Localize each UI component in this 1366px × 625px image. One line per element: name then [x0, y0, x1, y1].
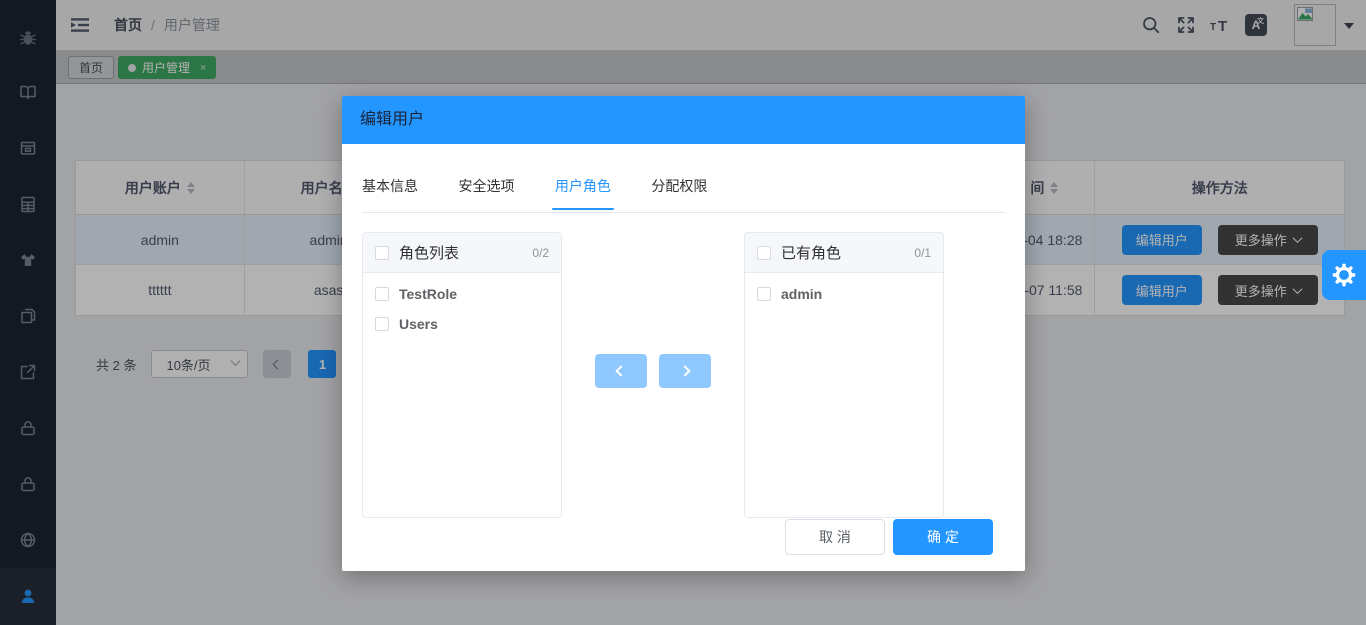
tab-user-roles[interactable]: 用户角色: [555, 176, 611, 209]
tab-assign-permissions[interactable]: 分配权限: [651, 176, 707, 209]
item-checkbox[interactable]: [375, 287, 389, 301]
transfer-target-title: 已有角色: [781, 242, 904, 263]
item-checkbox[interactable]: [375, 317, 389, 331]
modal-title: 编辑用户: [360, 96, 424, 144]
transfer-target-count: 0/1: [914, 246, 931, 260]
edit-user-modal: 编辑用户 基本信息 安全选项 用户角色 分配权限 角色列表 0/2 TestRo…: [342, 96, 1025, 571]
select-all-checkbox[interactable]: [757, 246, 771, 260]
gear-icon: [1332, 263, 1356, 287]
transfer-source-count: 0/2: [532, 246, 549, 260]
tab-basic-info[interactable]: 基本信息: [362, 176, 418, 209]
chevron-left-icon: [615, 365, 626, 376]
cancel-button[interactable]: 取 消: [785, 519, 885, 555]
transfer-source-panel: 角色列表 0/2 TestRole Users: [362, 232, 562, 518]
modal-header: 编辑用户: [342, 96, 1025, 144]
list-item[interactable]: TestRole: [363, 279, 561, 309]
transfer-target-header: 已有角色 0/1: [745, 233, 943, 273]
transfer-buttons: [595, 354, 711, 388]
confirm-button[interactable]: 确 定: [893, 519, 993, 555]
modal-tabs: 基本信息 安全选项 用户角色 分配权限: [362, 176, 1005, 213]
transfer-source-header: 角色列表 0/2: [363, 233, 561, 273]
transfer-target-list: admin: [745, 273, 943, 309]
select-all-checkbox[interactable]: [375, 246, 389, 260]
transfer-target-panel: 已有角色 0/1 admin: [744, 232, 944, 518]
transfer-source-list: TestRole Users: [363, 273, 561, 339]
chevron-right-icon: [679, 365, 690, 376]
list-item[interactable]: Users: [363, 309, 561, 339]
transfer-to-left-button[interactable]: [595, 354, 647, 388]
transfer-source-title: 角色列表: [399, 242, 522, 263]
item-checkbox[interactable]: [757, 287, 771, 301]
list-item[interactable]: admin: [745, 279, 943, 309]
settings-gear-button[interactable]: [1322, 250, 1366, 300]
transfer-to-right-button[interactable]: [659, 354, 711, 388]
tab-security-options[interactable]: 安全选项: [458, 176, 514, 209]
screen: 首页 / 用户管理 TT A 文: [0, 0, 1366, 625]
